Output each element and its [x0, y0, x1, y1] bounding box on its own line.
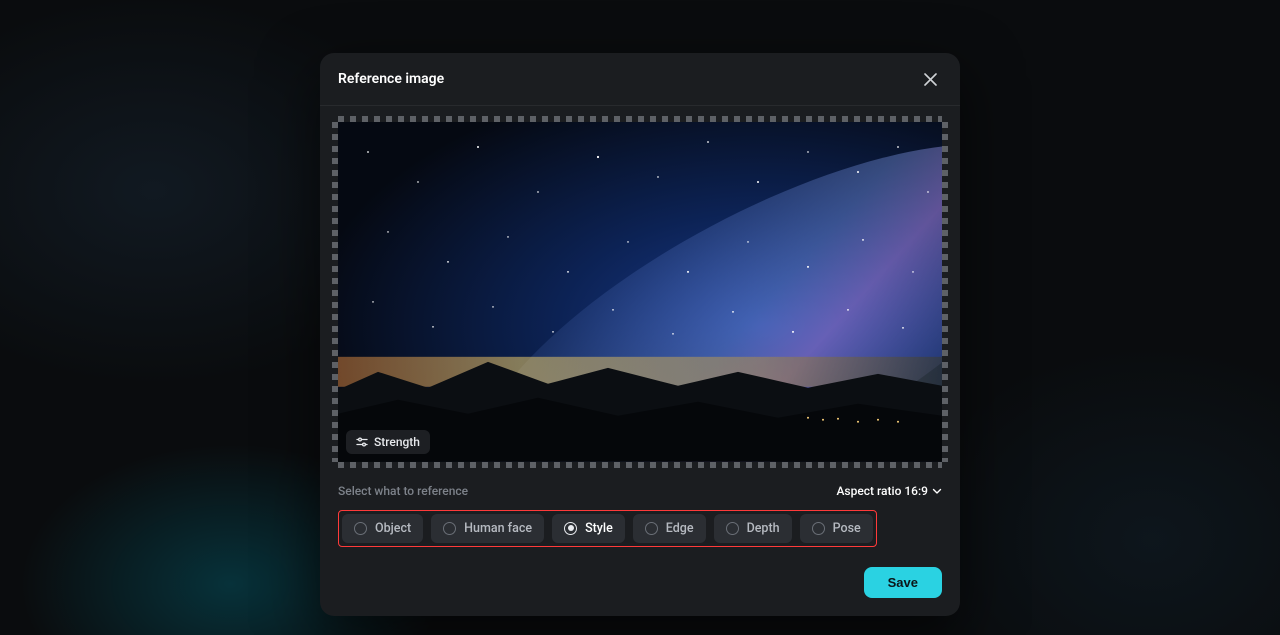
reference-options-label: Select what to reference: [338, 484, 468, 498]
radio-icon: [812, 522, 825, 535]
crop-border-right: [942, 122, 948, 462]
reference-option-edge[interactable]: Edge: [633, 514, 706, 543]
reference-option-pose[interactable]: Pose: [800, 514, 873, 543]
reference-option-depth[interactable]: Depth: [714, 514, 792, 543]
reference-option-human-face[interactable]: Human face: [431, 514, 544, 543]
reference-image-modal: Reference image: [320, 53, 960, 616]
reference-option-object[interactable]: Object: [342, 514, 423, 543]
strength-label: Strength: [374, 435, 420, 449]
option-label: Depth: [747, 521, 780, 536]
option-label: Human face: [464, 521, 532, 536]
reference-options-group: Object Human face Style Edge Depth Pose: [338, 510, 877, 547]
option-label: Style: [585, 521, 613, 536]
chevron-down-icon: [932, 486, 942, 496]
strength-button[interactable]: Strength: [346, 430, 430, 454]
crop-border-bottom: [338, 462, 942, 468]
aspect-ratio-select[interactable]: Aspect ratio 16:9: [836, 484, 942, 498]
modal-header: Reference image: [320, 53, 960, 106]
close-icon: [924, 73, 937, 86]
radio-icon: [564, 522, 577, 535]
save-button[interactable]: Save: [864, 567, 942, 598]
option-label: Object: [375, 521, 411, 536]
modal-title: Reference image: [338, 71, 444, 87]
aspect-ratio-label: Aspect ratio 16:9: [836, 484, 928, 498]
reference-image-preview[interactable]: Strength: [338, 122, 942, 462]
radio-icon: [726, 522, 739, 535]
option-label: Edge: [666, 521, 694, 536]
reference-image-content: [338, 122, 942, 462]
radio-icon: [645, 522, 658, 535]
option-label: Pose: [833, 521, 861, 536]
sliders-icon: [356, 436, 368, 448]
modal-body: Strength Select what to reference Aspect…: [320, 106, 960, 616]
reference-option-style[interactable]: Style: [552, 514, 625, 543]
radio-icon: [443, 522, 456, 535]
close-button[interactable]: [918, 67, 942, 91]
radio-icon: [354, 522, 367, 535]
